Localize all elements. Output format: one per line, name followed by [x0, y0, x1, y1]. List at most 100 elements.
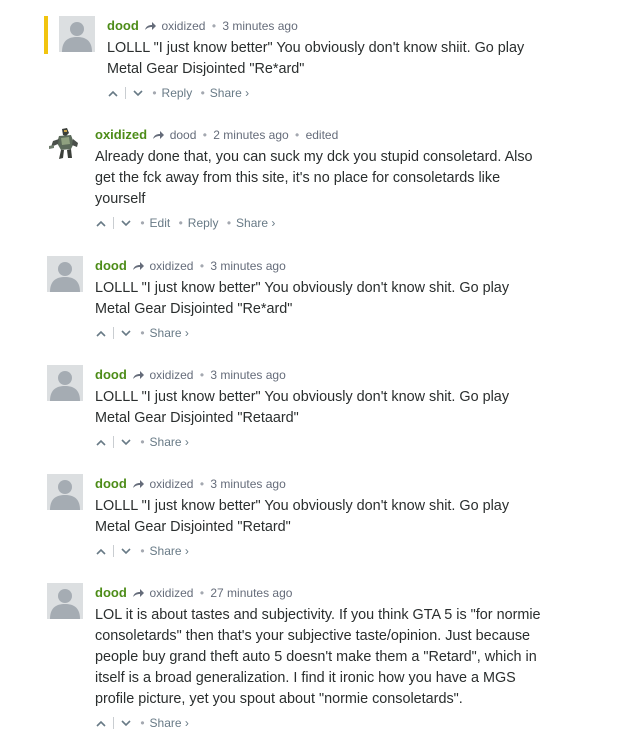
chevron-down-icon — [121, 720, 131, 727]
separator-dot: • — [226, 216, 232, 230]
comment-footer: • Edit • Reply • Share › — [95, 215, 585, 231]
separator-dot: • — [140, 435, 145, 449]
chevron-up-icon — [96, 330, 106, 337]
upvote-button[interactable] — [95, 543, 107, 559]
downvote-button[interactable] — [120, 325, 132, 341]
downvote-button[interactable] — [132, 85, 144, 101]
default-avatar-icon — [47, 583, 83, 619]
comment-header: dood oxidized • 27 minutes ago — [95, 583, 595, 603]
comment-footer: • Share › — [95, 325, 585, 341]
share-button[interactable]: Share › — [150, 326, 189, 340]
timestamp[interactable]: 3 minutes ago — [222, 19, 297, 33]
comment-header: dood oxidized • 3 minutes ago — [95, 256, 585, 276]
comment-header: oxidized dood • 2 minutes ago • edited — [95, 125, 585, 145]
separator-dot: • — [140, 544, 145, 558]
reply-button[interactable]: Reply — [162, 86, 193, 100]
reply-arrow-icon — [153, 131, 165, 140]
upvote-button[interactable] — [95, 434, 107, 450]
comment-header: dood oxidized • 3 minutes ago — [95, 365, 585, 385]
comment-line: get the fck away from this site, it's no… — [95, 170, 501, 186]
vote-divider — [125, 87, 126, 99]
comment-footer: • Share › — [95, 434, 585, 450]
timestamp[interactable]: 2 minutes ago — [213, 128, 288, 142]
upvote-button[interactable] — [95, 715, 107, 731]
upvote-button[interactable] — [95, 325, 107, 341]
parent-author[interactable]: oxidized — [149, 586, 193, 600]
reply-arrow-icon — [133, 262, 145, 271]
timestamp[interactable]: 3 minutes ago — [210, 259, 285, 273]
author-name[interactable]: dood — [95, 367, 127, 382]
separator-dot: • — [199, 586, 205, 600]
avatar[interactable] — [47, 365, 83, 401]
share-button[interactable]: Share › — [236, 216, 275, 230]
reply-arrow-icon — [133, 480, 145, 489]
author-name[interactable]: dood — [95, 585, 127, 600]
edit-button[interactable]: Edit — [150, 216, 171, 230]
vote-divider — [113, 717, 114, 729]
default-avatar-icon — [47, 256, 83, 292]
default-avatar-icon — [59, 16, 95, 52]
separator-dot: • — [199, 477, 205, 491]
highlight-bar — [44, 16, 48, 54]
comment-body: dood oxidized • 3 minutes ago LOLLL "I j… — [95, 256, 585, 341]
parent-author[interactable]: oxidized — [149, 259, 193, 273]
edited-label: edited — [305, 128, 339, 142]
comment-text: LOL it is about tastes and subjectivity.… — [95, 605, 595, 710]
chevron-down-icon — [133, 90, 143, 97]
comment-line: itself is a broad generalization. I find… — [95, 670, 516, 686]
reply-arrow-icon — [133, 589, 145, 598]
separator-dot: • — [152, 86, 157, 100]
comment-header: dood oxidized • 3 minutes ago — [95, 474, 585, 494]
comment-line: Metal Gear Disjointed "Retaard" — [95, 410, 299, 426]
author-name[interactable]: dood — [107, 18, 139, 33]
chevron-up-icon — [96, 220, 106, 227]
share-button[interactable]: Share › — [150, 435, 189, 449]
chevron-up-icon — [96, 720, 106, 727]
separator-dot: • — [211, 19, 217, 33]
parent-author[interactable]: oxidized — [161, 19, 205, 33]
separator-dot: • — [199, 368, 205, 382]
avatar[interactable] — [47, 256, 83, 292]
comment-body: oxidized dood • 2 minutes ago • edited A… — [95, 125, 585, 231]
timestamp[interactable]: 3 minutes ago — [210, 477, 285, 491]
comment-line: Metal Gear Disjointed "Retard" — [95, 519, 291, 535]
chevron-down-icon — [121, 548, 131, 555]
default-avatar-icon — [47, 365, 83, 401]
comment-text: LOLLL "I just know better" You obviously… — [95, 387, 585, 429]
upvote-button[interactable] — [95, 215, 107, 231]
reply-arrow-icon — [133, 371, 145, 380]
parent-author[interactable]: dood — [170, 128, 197, 142]
avatar[interactable] — [59, 16, 95, 52]
comment-line: LOLLL "I just know better" You obviously… — [95, 498, 510, 514]
timestamp[interactable]: 27 minutes ago — [210, 586, 292, 600]
downvote-button[interactable] — [120, 215, 132, 231]
avatar[interactable] — [47, 583, 83, 619]
share-button[interactable]: Share › — [150, 716, 189, 730]
comment-body: dood oxidized • 27 minutes ago LOL it is… — [95, 583, 595, 731]
comment-body: dood oxidized • 3 minutes ago LOLLL "I j… — [95, 365, 585, 450]
comment-line: yourself — [95, 191, 146, 207]
downvote-button[interactable] — [120, 715, 132, 731]
comment-body: dood oxidized • 3 minutes ago LOLLL "I j… — [107, 16, 587, 101]
author-name[interactable]: dood — [95, 476, 127, 491]
chevron-down-icon — [121, 439, 131, 446]
vote-divider — [113, 436, 114, 448]
upvote-button[interactable] — [107, 85, 119, 101]
author-name[interactable]: oxidized — [95, 127, 147, 142]
comment-line: Already done that, you can suck my dck y… — [95, 149, 533, 165]
avatar[interactable] — [47, 474, 83, 510]
comment-header: dood oxidized • 3 minutes ago — [107, 16, 587, 36]
author-name[interactable]: dood — [95, 258, 127, 273]
share-button[interactable]: Share › — [150, 544, 189, 558]
downvote-button[interactable] — [120, 434, 132, 450]
avatar[interactable] — [47, 125, 83, 161]
timestamp[interactable]: 3 minutes ago — [210, 368, 285, 382]
comment-footer: • Share › — [95, 715, 595, 731]
share-button[interactable]: Share › — [210, 86, 249, 100]
reply-button[interactable]: Reply — [188, 216, 219, 230]
parent-author[interactable]: oxidized — [149, 477, 193, 491]
downvote-button[interactable] — [120, 543, 132, 559]
comment-footer: • Reply • Share › — [107, 85, 587, 101]
comment-text: LOLLL "I just know better" You obviously… — [95, 496, 585, 538]
parent-author[interactable]: oxidized — [149, 368, 193, 382]
